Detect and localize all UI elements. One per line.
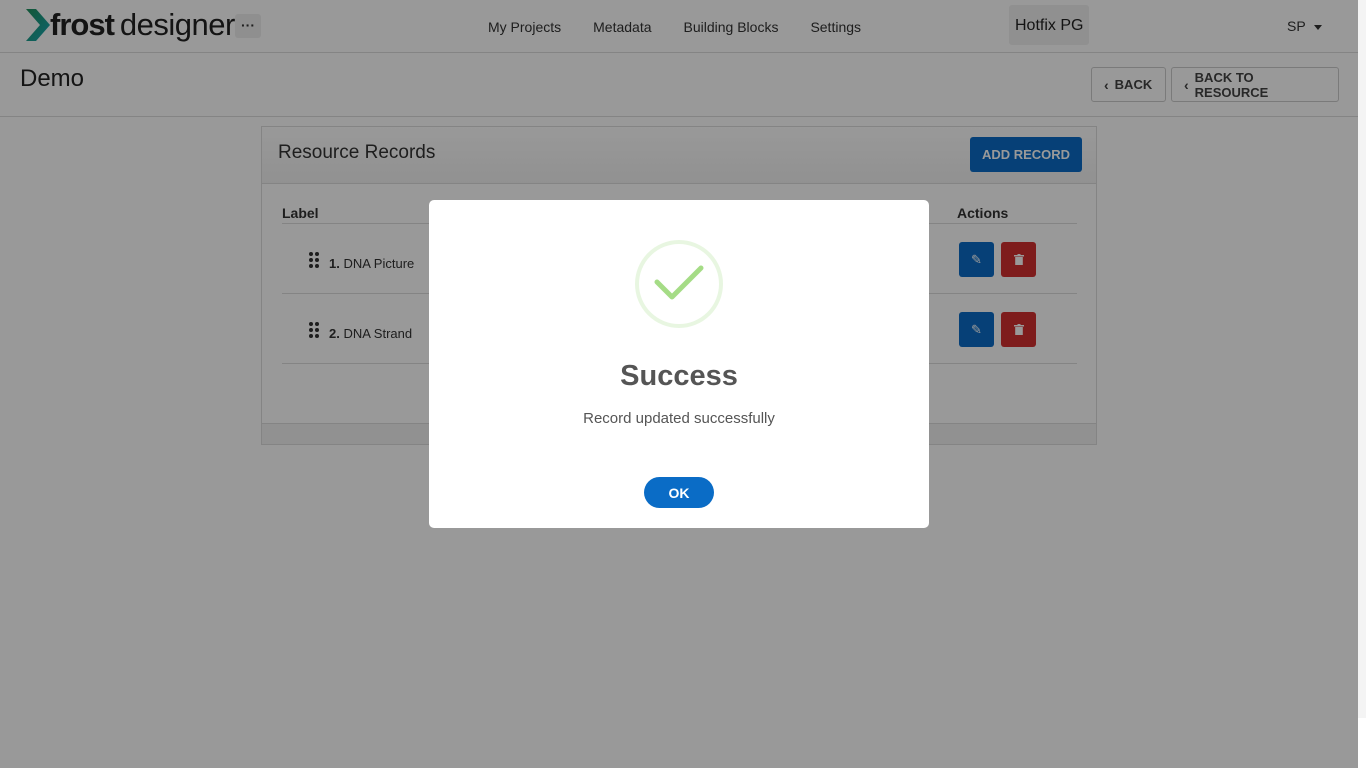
dialog-message: Record updated successfully	[583, 410, 775, 427]
success-check-icon	[635, 240, 723, 328]
success-dialog: Success Record updated successfully OK	[429, 200, 929, 528]
ok-button[interactable]: OK	[644, 477, 714, 508]
page-scrollbar[interactable]	[1358, 0, 1366, 718]
dialog-title: Success	[620, 360, 738, 392]
